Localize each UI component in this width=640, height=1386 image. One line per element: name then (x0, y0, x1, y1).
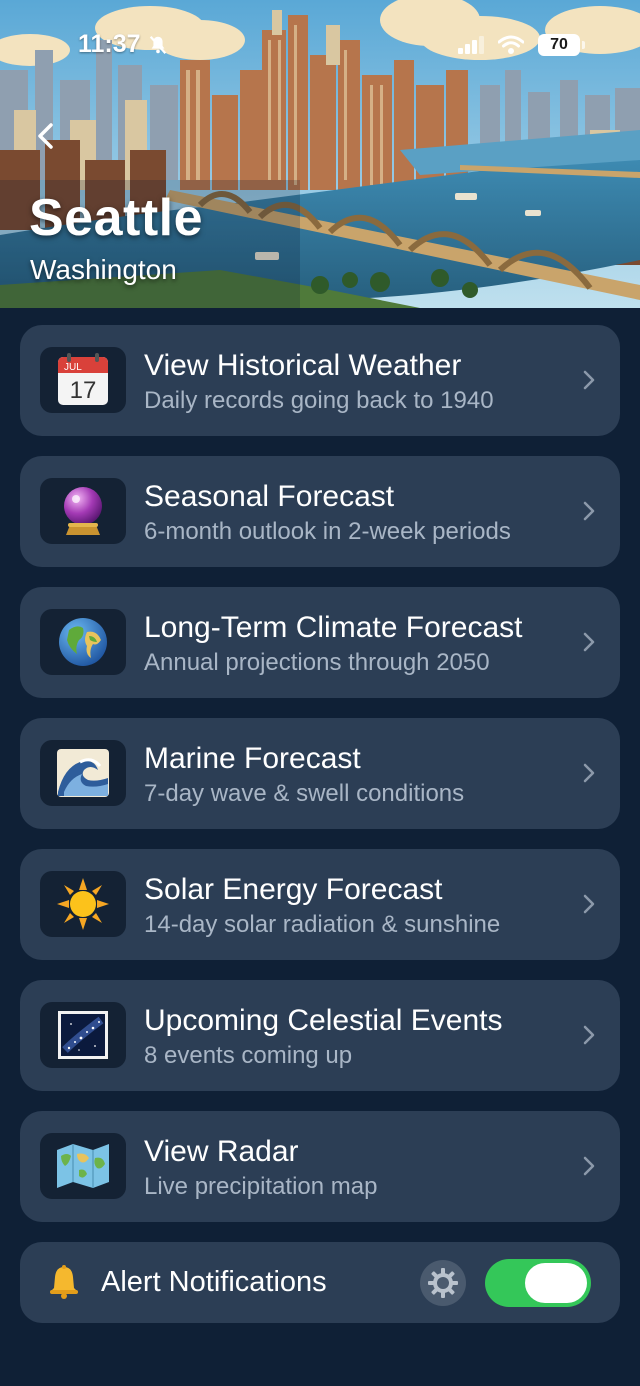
status-indicators: 70 (458, 34, 585, 56)
icon-tile (40, 871, 126, 937)
menu-item-title: Marine Forecast (144, 742, 361, 775)
state-name: Washington (30, 254, 177, 285)
menu-item-title: Solar Energy Forecast (144, 873, 443, 906)
gear-icon (428, 1268, 458, 1298)
battery-level: 70 (550, 36, 568, 53)
battery-indicator: 70 (538, 34, 585, 56)
icon-tile (40, 609, 126, 675)
menu-item-celestial-events[interactable]: Upcoming Celestial Events 8 events comin… (20, 980, 620, 1091)
chevron-right-icon (583, 632, 595, 652)
calendar-icon: JUL 17 (58, 353, 108, 405)
crystal-ball-icon (64, 487, 102, 535)
sun-icon (57, 878, 109, 930)
menu-item-title: Long-Term Climate Forecast (144, 611, 523, 644)
menu-item-marine-forecast[interactable]: Marine Forecast 7-day wave & swell condi… (20, 718, 620, 829)
status-time: 11:37 (78, 30, 141, 58)
calendar-day: 17 (70, 377, 97, 404)
icon-tile (40, 740, 126, 806)
wifi-icon (498, 35, 524, 54)
forecast-menu-list: JUL 17 View Historical Weather Daily rec… (20, 325, 620, 1242)
city-name: Seattle (29, 189, 204, 247)
globe-icon (59, 618, 107, 666)
alert-notifications-label: Alert Notifications (101, 1266, 327, 1298)
menu-item-subtitle: Annual projections through 2050 (144, 649, 490, 676)
wave-icon (57, 749, 109, 797)
menu-item-long-term-climate-forecast[interactable]: Long-Term Climate Forecast Annual projec… (20, 587, 620, 698)
menu-item-subtitle: Live precipitation map (144, 1173, 378, 1200)
bell-off-icon (149, 35, 166, 54)
menu-item-subtitle: 8 events coming up (144, 1042, 353, 1069)
chevron-right-icon (583, 894, 595, 914)
menu-item-title: Upcoming Celestial Events (144, 1004, 503, 1037)
chevron-right-icon (583, 1025, 595, 1045)
world-map-icon (57, 1144, 109, 1188)
chevron-right-icon (583, 501, 595, 521)
menu-item-solar-energy-forecast[interactable]: Solar Energy Forecast 14-day solar radia… (20, 849, 620, 960)
calendar-month: JUL (64, 362, 82, 373)
chevron-right-icon (583, 370, 595, 390)
toggle-knob (525, 1263, 587, 1303)
night-sky-icon (58, 1011, 108, 1059)
back-button[interactable] (36, 116, 68, 156)
menu-item-title: View Historical Weather (144, 349, 462, 382)
icon-tile (40, 1133, 126, 1199)
menu-item-view-radar[interactable]: View Radar Live precipitation map (20, 1111, 620, 1222)
menu-item-subtitle: Daily records going back to 1940 (144, 387, 494, 414)
alert-notifications-row: Alert Notifications (20, 1242, 620, 1323)
cellular-signal-icon (458, 36, 484, 54)
alert-settings-button[interactable] (420, 1260, 466, 1306)
city-header-banner: 11:37 70 Seattle Washington (0, 0, 640, 308)
menu-item-subtitle: 14-day solar radiation & sunshine (144, 911, 501, 938)
icon-tile: JUL 17 (40, 347, 126, 413)
bell-icon (50, 1265, 78, 1299)
chevron-left-icon (38, 123, 53, 149)
icon-tile (40, 1002, 126, 1068)
chevron-right-icon (583, 763, 595, 783)
menu-item-seasonal-forecast[interactable]: Seasonal Forecast 6-month outlook in 2-w… (20, 456, 620, 567)
menu-item-subtitle: 6-month outlook in 2-week periods (144, 518, 511, 545)
menu-item-historical-weather[interactable]: JUL 17 View Historical Weather Daily rec… (20, 325, 620, 436)
menu-item-title: Seasonal Forecast (144, 480, 395, 513)
status-bar: 11:37 70 (0, 30, 640, 64)
icon-tile (40, 478, 126, 544)
menu-item-subtitle: 7-day wave & swell conditions (144, 780, 465, 807)
chevron-right-icon (583, 1156, 595, 1176)
status-time-group: 11:37 (78, 30, 169, 59)
menu-item-title: View Radar (144, 1135, 299, 1168)
alert-notifications-toggle[interactable] (485, 1259, 591, 1307)
